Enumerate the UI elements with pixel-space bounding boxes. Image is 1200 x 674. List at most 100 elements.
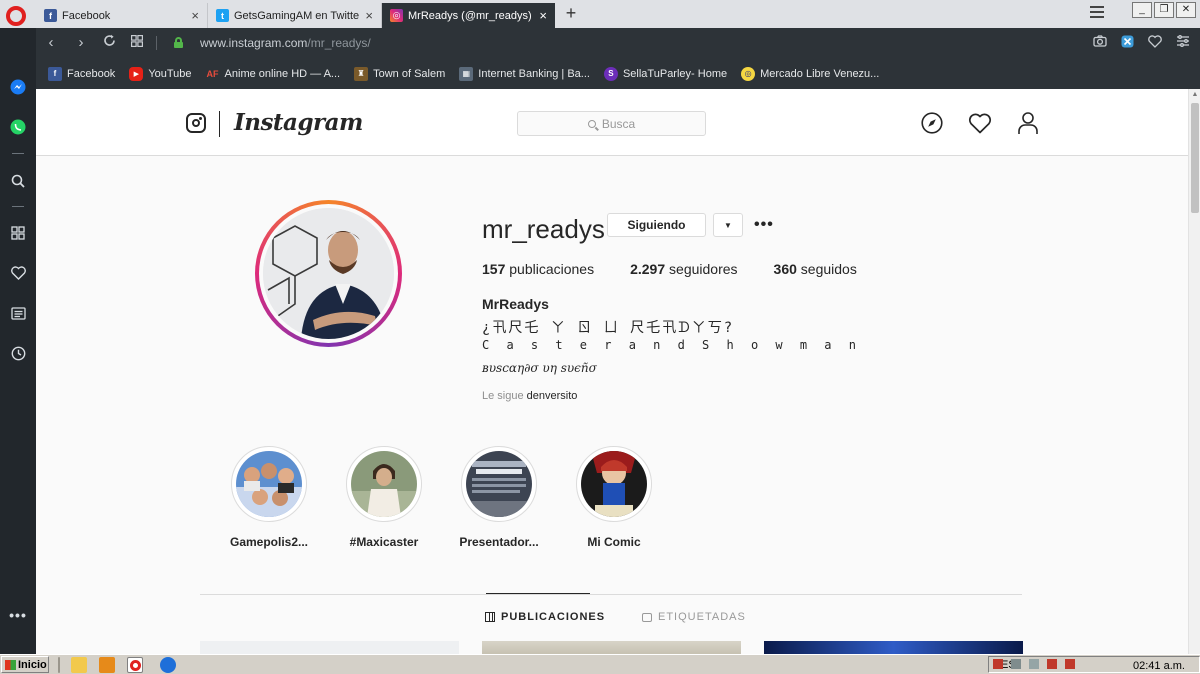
opera-taskbar-icon[interactable]	[127, 657, 143, 673]
facebook-icon: f	[44, 9, 57, 22]
history-icon[interactable]	[9, 344, 27, 362]
search-input[interactable]: Busca	[517, 111, 706, 136]
avatar	[263, 208, 394, 339]
town-of-salem-icon: ♜	[354, 66, 369, 81]
bookmarks-bar: f Facebook ▶ YouTube AF Anime online HD — A…	[36, 58, 1200, 89]
post-thumbnail[interactable]	[200, 641, 459, 654]
profile-person-icon[interactable]	[1016, 111, 1040, 135]
antivirus-icon[interactable]	[1065, 659, 1075, 669]
twitter-icon: t	[216, 9, 229, 22]
more-options-button[interactable]: •••	[754, 216, 774, 234]
clock[interactable]: 02:41 a.m.	[1133, 660, 1185, 672]
tab-etiquetadas[interactable]: ETIQUETADAS	[642, 611, 746, 623]
highlight-label: #Maxicaster	[349, 535, 419, 549]
back-button[interactable]: ‹	[42, 34, 60, 52]
profile-stats: 157 publicaciones 2.297 seguidores 360 s…	[482, 261, 893, 277]
followed-by-user-link[interactable]: denversito	[527, 390, 578, 402]
suggestions-toggle-button[interactable]: ▼	[713, 213, 743, 237]
header-divider	[219, 111, 220, 137]
followers-link[interactable]: 2.297 seguidores	[630, 261, 737, 277]
media-player-icon[interactable]	[99, 657, 115, 673]
tagged-icon	[642, 612, 652, 622]
tab-twitter[interactable]: t GetsGamingAM en Twitter: "D ×	[208, 3, 382, 28]
vpn-shield-icon[interactable]	[1121, 35, 1134, 51]
close-window-button[interactable]: ✕	[1176, 2, 1196, 18]
restore-button[interactable]: ❐	[1154, 2, 1174, 18]
page-scrollbar[interactable]: ▲	[1188, 89, 1200, 654]
url-field[interactable]: www.instagram.com/mr_readys/	[200, 36, 371, 50]
post-thumbnail[interactable]	[482, 641, 741, 654]
highlight-thumbnail	[351, 451, 417, 517]
profile-avatar-ring[interactable]	[255, 200, 402, 347]
address-bar-actions	[1093, 35, 1190, 51]
highlight-label: Presentador...	[459, 535, 539, 549]
tab-instagram[interactable]: ◎ MrReadys (@mr_readys) • Fo ×	[382, 3, 555, 28]
highlight-label: Mi Comic	[587, 535, 641, 549]
instagram-favicon-icon: ◎	[390, 9, 403, 22]
easy-setup-icon[interactable]	[1176, 35, 1190, 51]
secure-lock-icon[interactable]	[174, 37, 183, 48]
camera-icon[interactable]	[1093, 35, 1107, 51]
instagram-wordmark[interactable]: Instagram	[234, 109, 363, 136]
bookmark-facebook[interactable]: f Facebook	[48, 66, 115, 81]
profile-full-name: MrReadys	[482, 296, 549, 312]
volume-icon[interactable]	[1029, 659, 1039, 669]
new-tab-button[interactable]: +	[562, 4, 580, 22]
story-highlight[interactable]: Gamepolis2...	[224, 446, 314, 549]
security-icon[interactable]	[1047, 659, 1057, 669]
opera-sidebar: •••	[0, 28, 36, 654]
bookmark-mercado-libre[interactable]: ◎ Mercado Libre Venezu...	[741, 66, 879, 81]
scrollbar-thumb[interactable]	[1191, 103, 1199, 213]
tab-menu-icon[interactable]	[1090, 6, 1104, 18]
internet-explorer-icon[interactable]	[160, 657, 176, 673]
story-highlight[interactable]: Mi Comic	[569, 446, 659, 549]
bookmark-anime-online[interactable]: AF Anime online HD — A...	[206, 67, 341, 81]
bookmark-youtube[interactable]: ▶ YouTube	[129, 66, 192, 81]
start-button[interactable]: Inicio	[1, 656, 49, 673]
post-thumbnail[interactable]	[764, 641, 1023, 654]
windows-logo-icon	[5, 659, 16, 670]
close-tab-icon[interactable]: ×	[191, 8, 199, 23]
minimize-button[interactable]: _	[1132, 2, 1152, 18]
animeflv-icon: AF	[206, 68, 219, 79]
profile-bio-line: C a s t e r a n d S h o w m a n	[482, 338, 861, 352]
close-tab-icon[interactable]: ×	[539, 8, 547, 23]
bookmark-town-of-salem[interactable]: ♜ Town of Salem	[354, 66, 445, 81]
tab-publicaciones[interactable]: PUBLICACIONES	[485, 611, 605, 623]
bookmark-internet-banking[interactable]: ▦ Internet Banking | Ba...	[459, 66, 590, 81]
forward-button[interactable]: ›	[72, 34, 90, 52]
instagram-logo-icon[interactable]	[186, 113, 206, 133]
file-explorer-icon[interactable]	[71, 657, 87, 673]
facebook-icon: f	[48, 66, 62, 81]
search-icon	[587, 119, 596, 128]
bookmark-heart-icon[interactable]	[1148, 35, 1162, 51]
profile-tabs-divider	[200, 594, 1022, 595]
opera-menu-icon[interactable]	[6, 6, 26, 26]
tabs-grid-icon[interactable]	[128, 34, 146, 52]
posts-count: 157 publicaciones	[482, 261, 595, 277]
tab-facebook[interactable]: f Facebook ×	[36, 3, 208, 28]
explore-compass-icon[interactable]	[920, 111, 944, 135]
sellatuparley-icon: S	[603, 66, 618, 81]
browser-tab-strip: f Facebook × t GetsGamingAM en Twitter: …	[0, 0, 1200, 28]
story-highlight[interactable]: Presentador...	[454, 446, 544, 549]
bookmark-sellatuparley[interactable]: S SellaTuParley- Home	[603, 66, 727, 81]
following-button[interactable]: Siguiendo	[607, 213, 706, 237]
speed-dial-icon[interactable]	[9, 224, 27, 242]
story-highlight[interactable]: #Maxicaster	[339, 446, 429, 549]
highlight-thumbnail	[581, 451, 647, 517]
reload-button[interactable]	[100, 34, 118, 52]
instagram-page: Instagram Busca mr_readys Siguiendo ▼ ••…	[36, 89, 1188, 654]
search-icon[interactable]	[9, 172, 27, 190]
network-icon[interactable]	[1011, 659, 1021, 669]
news-icon[interactable]	[9, 304, 27, 322]
address-bar: ‹ › www.instagram.com/mr_readys/	[36, 28, 1200, 58]
activity-heart-icon[interactable]	[968, 111, 992, 135]
messenger-icon[interactable]	[9, 78, 27, 96]
close-tab-icon[interactable]: ×	[365, 8, 373, 23]
heart-icon[interactable]	[9, 264, 27, 282]
more-icon[interactable]: •••	[9, 606, 27, 624]
following-link[interactable]: 360 seguidos	[774, 261, 857, 277]
tray-app-icon[interactable]	[993, 659, 1003, 669]
whatsapp-icon[interactable]	[9, 118, 27, 136]
